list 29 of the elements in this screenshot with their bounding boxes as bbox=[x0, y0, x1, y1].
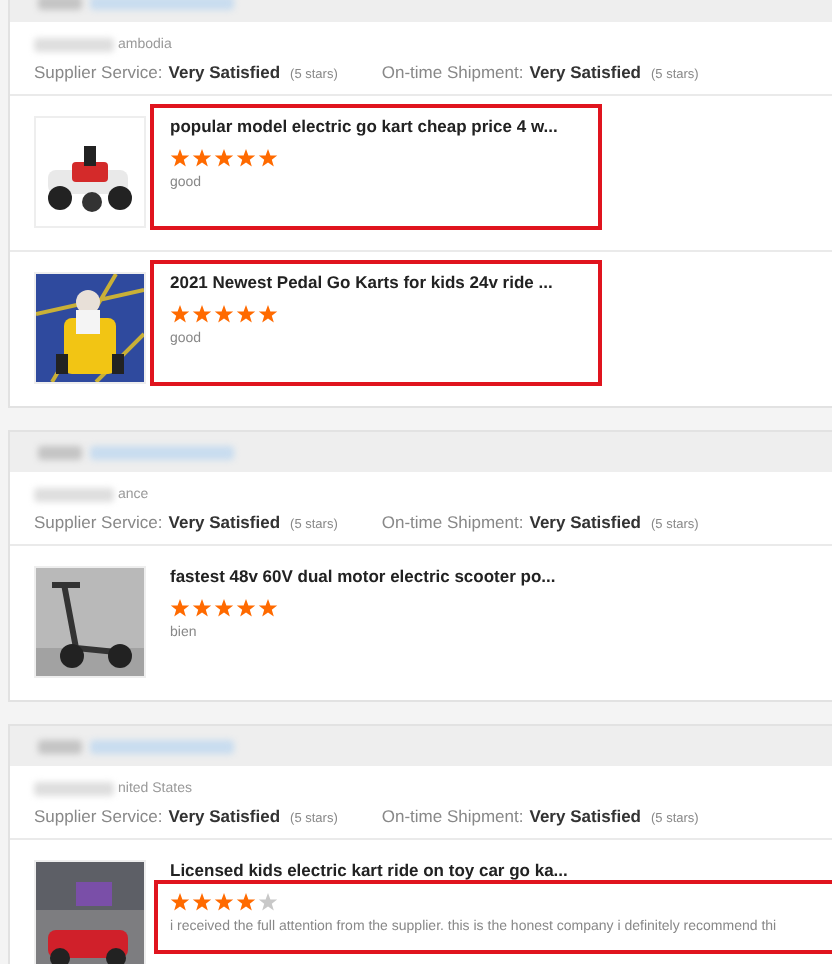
redacted-name bbox=[34, 782, 114, 796]
star-icon bbox=[258, 892, 278, 912]
star-icon bbox=[258, 598, 278, 618]
star-icon bbox=[214, 598, 234, 618]
product-title[interactable]: popular model electric go kart cheap price 4 w... bbox=[170, 116, 582, 136]
star-icon bbox=[236, 148, 256, 168]
redacted-name bbox=[38, 445, 82, 459]
star-icon bbox=[192, 892, 212, 912]
star-icon bbox=[258, 304, 278, 324]
star-icon bbox=[192, 598, 212, 618]
product-title[interactable]: 2021 Newest Pedal Go Karts for kids 24v ride ... bbox=[170, 272, 582, 292]
star-icon bbox=[170, 598, 190, 618]
star-icon bbox=[192, 148, 212, 168]
product-title[interactable]: fastest 48v 60V dual motor electric scooter po... bbox=[170, 566, 582, 586]
star-icon bbox=[236, 598, 256, 618]
star-icon bbox=[192, 304, 212, 324]
star-icon bbox=[170, 892, 190, 912]
star-icon bbox=[170, 304, 190, 324]
star-icon bbox=[236, 892, 256, 912]
star-icon bbox=[236, 304, 256, 324]
redacted-name bbox=[38, 739, 82, 753]
redacted-name bbox=[34, 38, 114, 52]
star-icon bbox=[214, 892, 234, 912]
redacted-name bbox=[34, 488, 114, 502]
product-title[interactable]: Licensed kids electric kart ride on toy car go ka... bbox=[170, 860, 826, 880]
star-icon bbox=[258, 148, 278, 168]
star-icon bbox=[214, 304, 234, 324]
star-icon bbox=[214, 148, 234, 168]
star-icon bbox=[170, 148, 190, 168]
